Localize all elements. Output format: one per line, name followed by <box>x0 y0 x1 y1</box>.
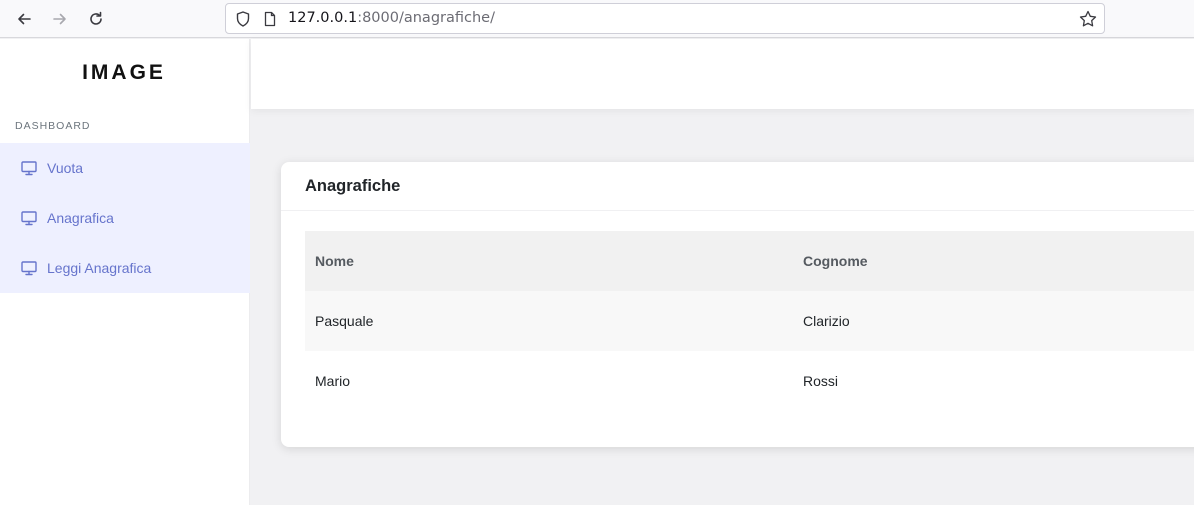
sidebar-item-label: Anagrafica <box>47 210 114 226</box>
card-title: Anagrafiche <box>305 177 401 195</box>
address-bar[interactable]: 127.0.0.1:8000/anagrafiche/ <box>225 3 1105 34</box>
cell-cognome: Clarizio <box>803 313 850 329</box>
cell-nome: Mario <box>315 373 351 389</box>
forward-button[interactable] <box>48 7 72 31</box>
monitor-icon <box>21 161 37 176</box>
sidebar-section-label: DASHBOARD <box>15 120 91 132</box>
shield-icon[interactable] <box>234 10 252 28</box>
arrow-left-icon <box>18 13 31 25</box>
sidebar-item-label: Leggi Anagrafica <box>47 260 152 276</box>
column-header-cognome[interactable]: Cognome <box>803 231 868 291</box>
anagrafiche-table: Nome Cognome Pasquale Clarizio Mario Ros… <box>305 231 1194 411</box>
monitor-icon <box>21 211 37 226</box>
monitor-icon <box>21 261 37 276</box>
sidebar-item-vuota[interactable]: Vuota <box>0 143 250 193</box>
table-row[interactable]: Pasquale Clarizio <box>305 291 1194 351</box>
card-divider <box>281 210 1194 211</box>
reload-button[interactable] <box>84 7 108 31</box>
anagrafiche-card: Anagrafiche Nome Cognome Pasquale Clariz… <box>281 162 1194 447</box>
url-path: :8000/anagrafiche/ <box>357 10 495 26</box>
page-icon <box>264 11 276 27</box>
bookmark-star-icon[interactable] <box>1078 9 1098 29</box>
sidebar-item-leggi-anagrafica[interactable]: Leggi Anagrafica <box>0 243 250 293</box>
browser-toolbar: 127.0.0.1:8000/anagrafiche/ <box>0 0 1194 38</box>
sidebar-item-label: Vuota <box>47 160 84 176</box>
cell-cognome: Rossi <box>803 373 839 389</box>
brand-logo[interactable]: IMAGE <box>0 61 248 85</box>
column-header-nome[interactable]: Nome <box>315 231 354 291</box>
url-text: 127.0.0.1:8000/anagrafiche/ <box>288 10 495 26</box>
table-header-row: Nome Cognome <box>305 231 1194 291</box>
table-row[interactable]: Mario Rossi <box>305 351 1194 411</box>
sidebar: IMAGE DASHBOARD Vuota Anagrafica Leggi A… <box>0 39 250 505</box>
reload-icon <box>90 11 102 25</box>
sidebar-menu: Vuota Anagrafica Leggi Anagrafica <box>0 143 250 293</box>
arrow-right-icon <box>53 13 66 25</box>
url-host: 127.0.0.1 <box>288 10 358 26</box>
sidebar-item-anagrafica[interactable]: Anagrafica <box>0 193 250 243</box>
cell-nome: Pasquale <box>315 313 374 329</box>
back-button[interactable] <box>12 7 36 31</box>
top-header <box>251 39 1194 109</box>
